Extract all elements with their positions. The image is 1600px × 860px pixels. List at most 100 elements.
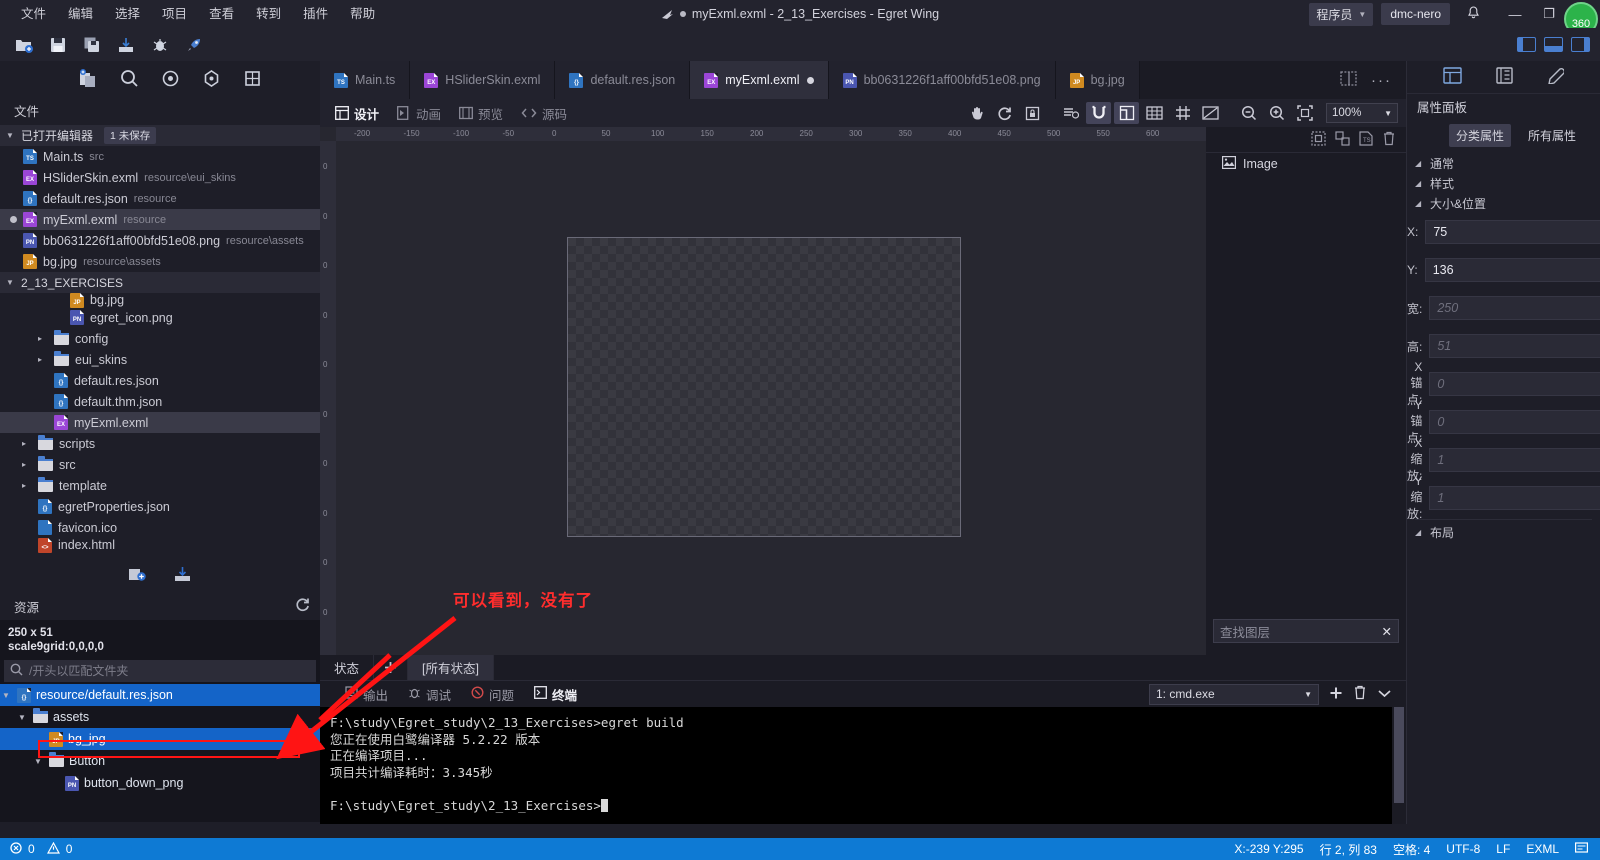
plugins-icon[interactable] bbox=[243, 69, 262, 91]
chevron-right-icon[interactable]: ▸ bbox=[22, 439, 32, 448]
add-file-icon[interactable] bbox=[129, 567, 146, 585]
minimize-button[interactable]: — bbox=[1498, 0, 1532, 28]
hand-tool-icon[interactable] bbox=[964, 102, 989, 124]
user-chip[interactable]: dmc-nero bbox=[1381, 3, 1450, 25]
layer-item-image[interactable]: Image bbox=[1206, 153, 1406, 175]
prop-group-general[interactable]: ◢ 通常 bbox=[1407, 153, 1600, 173]
guides-icon[interactable] bbox=[1170, 102, 1195, 124]
property-input-Y缩放[interactable] bbox=[1429, 486, 1600, 510]
state-tab-all-states[interactable]: [所有状态] bbox=[408, 655, 494, 680]
indent-setting[interactable]: 空格: 4 bbox=[1393, 841, 1430, 858]
new-project-icon[interactable] bbox=[10, 32, 38, 58]
design-canvas[interactable]: -200 -150 -100 -50 0 50 100 150 200 250 300 350 400 4… bbox=[320, 127, 1206, 655]
open-editor-row[interactable]: EX HSliderSkin.exml resource\eui_skins bbox=[0, 167, 320, 188]
open-editor-row[interactable]: JP bg.jpg resource\assets bbox=[0, 251, 320, 272]
properties-icon[interactable] bbox=[1443, 67, 1462, 87]
menu-item-edit[interactable]: 编辑 bbox=[57, 0, 104, 28]
layer-search-box[interactable]: 查找图层 ✕ bbox=[1213, 619, 1399, 643]
save-all-icon[interactable] bbox=[78, 32, 106, 58]
library-icon[interactable] bbox=[1496, 67, 1513, 87]
prop-group-style[interactable]: ◢ 样式 bbox=[1407, 173, 1600, 193]
tree-file-row[interactable]: JP bg.jpg bbox=[0, 293, 320, 308]
zoom-level-select[interactable]: 100% ▼ bbox=[1326, 103, 1398, 123]
magnet-snap-icon[interactable] bbox=[1086, 102, 1111, 124]
menu-item-goto[interactable]: 转到 bbox=[245, 0, 292, 28]
error-count[interactable]: 0 bbox=[28, 842, 35, 856]
scrollbar-thumb[interactable] bbox=[1394, 707, 1404, 803]
extensions-icon[interactable] bbox=[202, 69, 221, 91]
open-editor-row[interactable]: TS Main.ts src bbox=[0, 146, 320, 167]
resource-search-box[interactable] bbox=[4, 660, 316, 682]
tree-folder-row[interactable]: ▸ src bbox=[0, 454, 320, 475]
language-mode[interactable]: EXML bbox=[1526, 842, 1559, 856]
tab-all-properties[interactable]: 所有属性 bbox=[1521, 124, 1583, 147]
tree-folder-row[interactable]: ▸ eui_skins bbox=[0, 349, 320, 370]
refresh-icon[interactable] bbox=[295, 597, 310, 615]
chevron-right-icon[interactable]: ▸ bbox=[38, 334, 48, 343]
prop-group-size-position[interactable]: ◢ 大小&位置 bbox=[1407, 193, 1600, 213]
ruler-toggle-icon[interactable] bbox=[1198, 102, 1223, 124]
terminal-output[interactable]: F:\study\Egret_study\2_13_Exercises>egre… bbox=[320, 707, 1392, 824]
chevron-right-icon[interactable]: ▸ bbox=[22, 481, 32, 490]
terminal-selector[interactable]: 1: cmd.exe ▼ bbox=[1149, 683, 1319, 705]
property-input-Y锚点[interactable] bbox=[1429, 410, 1600, 434]
eol-setting[interactable]: LF bbox=[1496, 842, 1510, 856]
view-tab-code[interactable]: 源码 bbox=[512, 99, 576, 127]
publish-rocket-icon[interactable] bbox=[180, 32, 208, 58]
kill-terminal-icon[interactable] bbox=[1353, 685, 1367, 703]
refresh-icon[interactable] bbox=[992, 102, 1017, 124]
view-tab-design[interactable]: 设计 bbox=[326, 99, 388, 127]
open-editor-row[interactable]: PN bb0631226f1aff00bfd51e08.png resource\a… bbox=[0, 230, 320, 251]
chevron-down-icon[interactable]: ▼ bbox=[18, 713, 28, 722]
tree-file-row[interactable]: {} default.res.json bbox=[0, 370, 320, 391]
menu-item-view[interactable]: 查看 bbox=[198, 0, 245, 28]
role-selector[interactable]: 程序员 ▼ bbox=[1309, 2, 1374, 26]
encoding-setting[interactable]: UTF-8 bbox=[1446, 842, 1480, 856]
editor-tab[interactable]: TS Main.ts bbox=[320, 61, 411, 99]
tree-file-row[interactable]: PN egret_icon.png bbox=[0, 307, 320, 328]
more-actions-icon[interactable]: ··· bbox=[1371, 72, 1392, 89]
error-icon[interactable] bbox=[10, 841, 22, 857]
menu-item-file[interactable]: 文件 bbox=[10, 0, 57, 28]
align-edge-icon[interactable] bbox=[1114, 102, 1139, 124]
open-editor-row[interactable]: {} default.res.json resource bbox=[0, 188, 320, 209]
tree-file-row[interactable]: <> index.html bbox=[0, 537, 320, 553]
property-input-高[interactable] bbox=[1429, 334, 1600, 358]
debug-icon[interactable] bbox=[161, 69, 180, 91]
editor-tab[interactable]: JP bg.jpg bbox=[1055, 61, 1140, 99]
menu-item-plugin[interactable]: 插件 bbox=[292, 0, 339, 28]
open-editors-section[interactable]: ▼ 已打开编辑器 1 未保存 bbox=[0, 125, 320, 146]
style-icon[interactable] bbox=[1547, 67, 1565, 87]
console-tab-debug[interactable]: 调试 bbox=[399, 682, 460, 707]
fit-to-screen-icon[interactable] bbox=[1292, 102, 1317, 124]
open-editor-row[interactable]: EX myExml.exml resource bbox=[0, 209, 320, 230]
view-tab-preview[interactable]: 预览 bbox=[450, 99, 512, 127]
layers-order-icon[interactable] bbox=[1058, 102, 1083, 124]
search-icon[interactable] bbox=[120, 69, 139, 91]
chevron-right-icon[interactable]: ▸ bbox=[38, 355, 48, 364]
editor-tab[interactable]: EX myExml.exml bbox=[690, 61, 829, 99]
explorer-icon[interactable] bbox=[78, 68, 98, 92]
toggle-right-panel-icon[interactable] bbox=[1571, 37, 1590, 52]
resource-tree-row[interactable]: ▼ {} resource/default.res.json bbox=[0, 684, 320, 706]
tree-file-row[interactable]: EX myExml.exml bbox=[0, 412, 320, 433]
property-input-Y[interactable] bbox=[1424, 258, 1600, 282]
import-icon[interactable] bbox=[112, 32, 140, 58]
add-terminal-icon[interactable] bbox=[1329, 686, 1343, 703]
resource-search-input[interactable] bbox=[29, 664, 316, 678]
terminal-scrollbar[interactable] bbox=[1392, 707, 1406, 824]
split-editor-icon[interactable] bbox=[1340, 71, 1357, 89]
notifications-icon[interactable] bbox=[1575, 841, 1589, 857]
tree-file-row[interactable]: {} default.thm.json bbox=[0, 391, 320, 412]
property-input-X[interactable] bbox=[1425, 220, 1600, 244]
create-ts-icon[interactable]: TS bbox=[1359, 130, 1373, 149]
console-tab-output[interactable]: 输出 bbox=[336, 682, 397, 707]
toggle-panel-icon[interactable] bbox=[1544, 37, 1563, 52]
delete-icon[interactable] bbox=[1382, 131, 1396, 149]
group-icon[interactable] bbox=[1335, 130, 1350, 149]
editor-tab[interactable]: EX HSliderSkin.exml bbox=[410, 61, 556, 99]
menu-item-select[interactable]: 选择 bbox=[104, 0, 151, 28]
warning-icon[interactable] bbox=[46, 841, 60, 857]
property-input-X缩放[interactable] bbox=[1429, 448, 1600, 472]
menu-item-help[interactable]: 帮助 bbox=[339, 0, 386, 28]
